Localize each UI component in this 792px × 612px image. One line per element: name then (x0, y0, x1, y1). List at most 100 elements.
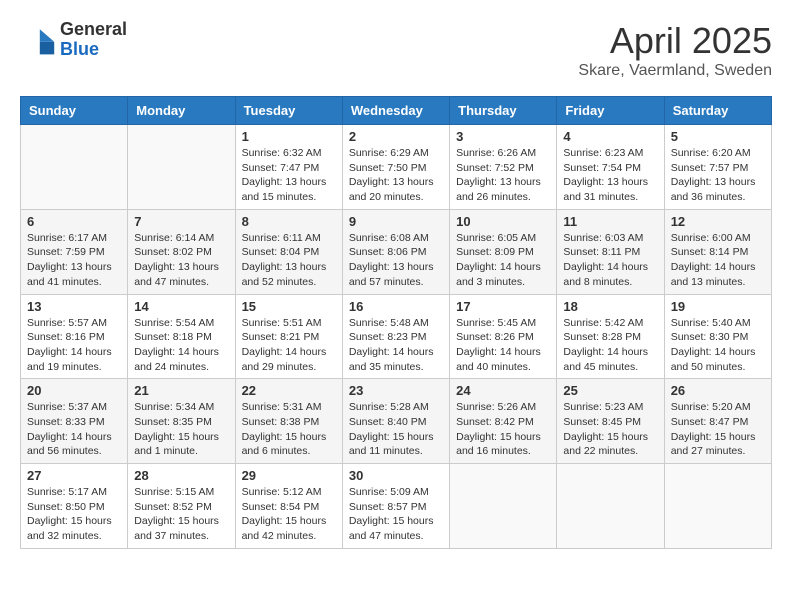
calendar-empty-cell (664, 464, 771, 549)
calendar-day-23: 23 Sunrise: 5:28 AM Sunset: 8:40 PM Dayli… (342, 379, 449, 464)
day-number: 12 (671, 214, 765, 229)
day-number: 26 (671, 383, 765, 398)
day-info: Sunrise: 5:26 AM Sunset: 8:42 PM Dayligh… (456, 400, 550, 459)
day-number: 7 (134, 214, 228, 229)
day-number: 25 (563, 383, 657, 398)
day-info: Sunrise: 5:42 AM Sunset: 8:28 PM Dayligh… (563, 316, 657, 375)
calendar-day-2: 2 Sunrise: 6:29 AM Sunset: 7:50 PM Daylig… (342, 125, 449, 210)
day-number: 11 (563, 214, 657, 229)
logo: General Blue (20, 20, 127, 60)
day-info: Sunrise: 5:48 AM Sunset: 8:23 PM Dayligh… (349, 316, 443, 375)
day-number: 10 (456, 214, 550, 229)
calendar-empty-cell (557, 464, 664, 549)
day-number: 23 (349, 383, 443, 398)
header-day-friday: Friday (557, 97, 664, 125)
calendar-day-16: 16 Sunrise: 5:48 AM Sunset: 8:23 PM Dayli… (342, 294, 449, 379)
day-number: 15 (242, 299, 336, 314)
day-number: 6 (27, 214, 121, 229)
calendar-day-14: 14Sunrise: 5:54 AM Sunset: 8:18 PM Dayli… (128, 294, 235, 379)
day-number: 27 (27, 468, 121, 483)
day-info: Sunrise: 5:51 AM Sunset: 8:21 PM Dayligh… (242, 316, 336, 375)
day-number: 19 (671, 299, 765, 314)
day-info: Sunrise: 6:14 AM Sunset: 8:02 PM Dayligh… (134, 231, 228, 290)
calendar-day-28: 28Sunrise: 5:15 AM Sunset: 8:52 PM Dayli… (128, 464, 235, 549)
calendar-empty-cell (450, 464, 557, 549)
day-info: Sunrise: 6:32 AM Sunset: 7:47 PM Dayligh… (242, 146, 336, 205)
day-number: 13 (27, 299, 121, 314)
calendar-week-row: 20 Sunrise: 5:37 AM Sunset: 8:33 PM Dayli… (21, 379, 772, 464)
calendar-week-row: 13 Sunrise: 5:57 AM Sunset: 8:16 PM Dayli… (21, 294, 772, 379)
day-info: Sunrise: 6:17 AM Sunset: 7:59 PM Dayligh… (27, 231, 121, 290)
day-info: Sunrise: 5:12 AM Sunset: 8:54 PM Dayligh… (242, 485, 336, 544)
day-info: Sunrise: 6:05 AM Sunset: 8:09 PM Dayligh… (456, 231, 550, 290)
calendar-day-30: 30Sunrise: 5:09 AM Sunset: 8:57 PM Dayli… (342, 464, 449, 549)
day-number: 4 (563, 129, 657, 144)
subtitle: Skare, Vaermland, Sweden (578, 62, 772, 80)
calendar-day-3: 3 Sunrise: 6:26 AM Sunset: 7:52 PM Daylig… (450, 125, 557, 210)
day-info: Sunrise: 6:23 AM Sunset: 7:54 PM Dayligh… (563, 146, 657, 205)
day-number: 8 (242, 214, 336, 229)
calendar-day-9: 9 Sunrise: 6:08 AM Sunset: 8:06 PM Daylig… (342, 209, 449, 294)
calendar-day-1: 1 Sunrise: 6:32 AM Sunset: 7:47 PM Daylig… (235, 125, 342, 210)
day-number: 17 (456, 299, 550, 314)
day-info: Sunrise: 6:20 AM Sunset: 7:57 PM Dayligh… (671, 146, 765, 205)
calendar-day-8: 8 Sunrise: 6:11 AM Sunset: 8:04 PM Daylig… (235, 209, 342, 294)
day-number: 16 (349, 299, 443, 314)
day-number: 5 (671, 129, 765, 144)
day-info: Sunrise: 6:11 AM Sunset: 8:04 PM Dayligh… (242, 231, 336, 290)
calendar-week-row: 1 Sunrise: 6:32 AM Sunset: 7:47 PM Daylig… (21, 125, 772, 210)
day-info: Sunrise: 5:57 AM Sunset: 8:16 PM Dayligh… (27, 316, 121, 375)
calendar-day-29: 29 Sunrise: 5:12 AM Sunset: 8:54 PM Dayli… (235, 464, 342, 549)
calendar-day-12: 12Sunrise: 6:00 AM Sunset: 8:14 PM Dayli… (664, 209, 771, 294)
calendar: SundayMondayTuesdayWednesdayThursdayFrid… (20, 96, 772, 549)
calendar-day-4: 4 Sunrise: 6:23 AM Sunset: 7:54 PM Daylig… (557, 125, 664, 210)
calendar-day-27: 27Sunrise: 5:17 AM Sunset: 8:50 PM Dayli… (21, 464, 128, 549)
header-day-sunday: Sunday (21, 97, 128, 125)
logo-icon (20, 22, 56, 58)
day-number: 9 (349, 214, 443, 229)
title-section: April 2025 Skare, Vaermland, Sweden (578, 20, 772, 80)
header: General Blue April 2025 Skare, Vaermland… (20, 20, 772, 80)
calendar-day-7: 7 Sunrise: 6:14 AM Sunset: 8:02 PM Daylig… (128, 209, 235, 294)
calendar-day-26: 26 Sunrise: 5:20 AM Sunset: 8:47 PM Dayli… (664, 379, 771, 464)
day-info: Sunrise: 5:20 AM Sunset: 8:47 PM Dayligh… (671, 400, 765, 459)
day-info: Sunrise: 5:34 AM Sunset: 8:35 PM Dayligh… (134, 400, 228, 459)
calendar-day-13: 13 Sunrise: 5:57 AM Sunset: 8:16 PM Dayli… (21, 294, 128, 379)
calendar-day-15: 15 Sunrise: 5:51 AM Sunset: 8:21 PM Dayli… (235, 294, 342, 379)
day-number: 30 (349, 468, 443, 483)
calendar-day-21: 21 Sunrise: 5:34 AM Sunset: 8:35 PM Dayli… (128, 379, 235, 464)
day-number: 18 (563, 299, 657, 314)
day-number: 21 (134, 383, 228, 398)
calendar-day-6: 6 Sunrise: 6:17 AM Sunset: 7:59 PM Daylig… (21, 209, 128, 294)
calendar-day-18: 18 Sunrise: 5:42 AM Sunset: 8:28 PM Dayli… (557, 294, 664, 379)
day-info: Sunrise: 5:40 AM Sunset: 8:30 PM Dayligh… (671, 316, 765, 375)
day-number: 20 (27, 383, 121, 398)
month-title: April 2025 (578, 20, 772, 62)
day-info: Sunrise: 6:29 AM Sunset: 7:50 PM Dayligh… (349, 146, 443, 205)
header-day-wednesday: Wednesday (342, 97, 449, 125)
calendar-day-22: 22 Sunrise: 5:31 AM Sunset: 8:38 PM Dayli… (235, 379, 342, 464)
day-info: Sunrise: 6:03 AM Sunset: 8:11 PM Dayligh… (563, 231, 657, 290)
calendar-day-5: 5 Sunrise: 6:20 AM Sunset: 7:57 PM Daylig… (664, 125, 771, 210)
day-info: Sunrise: 6:26 AM Sunset: 7:52 PM Dayligh… (456, 146, 550, 205)
calendar-day-10: 10 Sunrise: 6:05 AM Sunset: 8:09 PM Dayli… (450, 209, 557, 294)
calendar-day-20: 20 Sunrise: 5:37 AM Sunset: 8:33 PM Dayli… (21, 379, 128, 464)
day-info: Sunrise: 5:37 AM Sunset: 8:33 PM Dayligh… (27, 400, 121, 459)
calendar-empty-cell (128, 125, 235, 210)
day-number: 2 (349, 129, 443, 144)
day-number: 1 (242, 129, 336, 144)
header-day-tuesday: Tuesday (235, 97, 342, 125)
day-info: Sunrise: 6:08 AM Sunset: 8:06 PM Dayligh… (349, 231, 443, 290)
day-number: 3 (456, 129, 550, 144)
header-day-thursday: Thursday (450, 97, 557, 125)
calendar-week-row: 6 Sunrise: 6:17 AM Sunset: 7:59 PM Daylig… (21, 209, 772, 294)
day-info: Sunrise: 5:28 AM Sunset: 8:40 PM Dayligh… (349, 400, 443, 459)
day-number: 22 (242, 383, 336, 398)
calendar-day-24: 24Sunrise: 5:26 AM Sunset: 8:42 PM Dayli… (450, 379, 557, 464)
calendar-empty-cell (21, 125, 128, 210)
day-info: Sunrise: 5:31 AM Sunset: 8:38 PM Dayligh… (242, 400, 336, 459)
calendar-header-row: SundayMondayTuesdayWednesdayThursdayFrid… (21, 97, 772, 125)
day-number: 29 (242, 468, 336, 483)
day-number: 14 (134, 299, 228, 314)
calendar-day-25: 25Sunrise: 5:23 AM Sunset: 8:45 PM Dayli… (557, 379, 664, 464)
